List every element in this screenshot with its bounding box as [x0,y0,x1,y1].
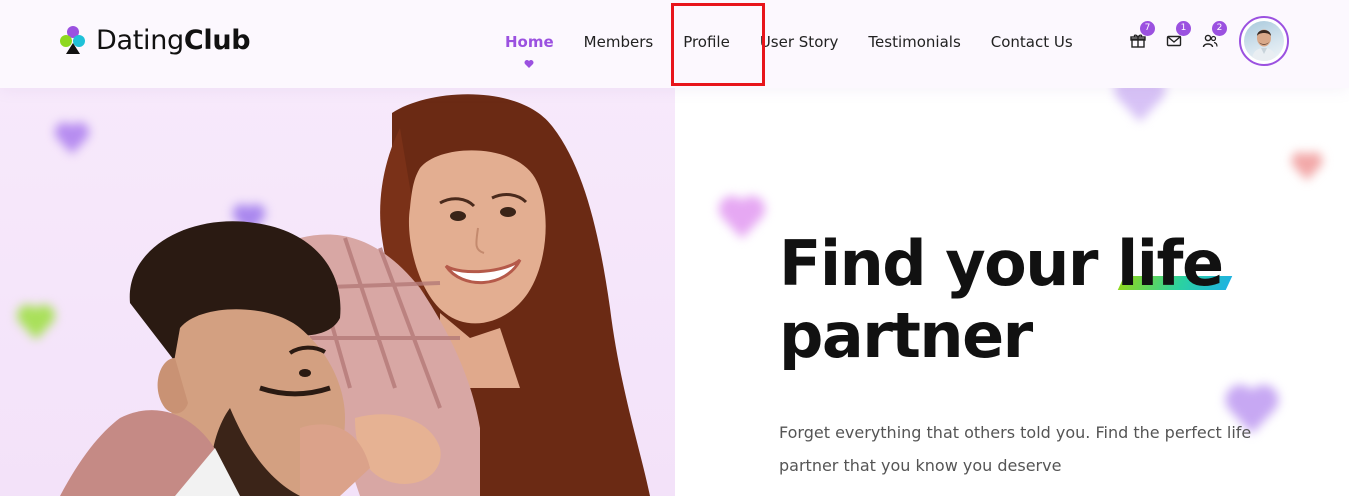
users-badge: 2 [1212,21,1227,36]
main-nav: Home Members Profile User Story Testimon… [505,30,1103,68]
site-header: DatingClub Home Members Profile User Sto… [0,0,1349,88]
hero-image-panel [0,88,675,496]
gift-icon[interactable]: 7 [1129,21,1155,50]
nav-item-testimonials[interactable]: Testimonials [868,30,960,54]
mail-icon[interactable]: 1 [1165,21,1191,50]
heart-icon [718,195,766,239]
hero-text-panel: Find your life partner Forget everything … [675,88,1349,496]
header-icons: 7 1 2 [1129,21,1237,56]
hero-title-line2: partner [779,299,1033,372]
gift-badge: 7 [1140,21,1155,36]
nav-item-contact-us[interactable]: Contact Us [991,30,1073,54]
hero-title-highlight: life [1117,227,1232,300]
hero-title: Find your life partner [779,228,1259,372]
nav-item-label: Profile [683,33,730,51]
hero-title-part1: Find your [779,227,1118,300]
heart-icon [524,60,534,68]
nav-item-label: Contact Us [990,33,1073,51]
brand-name-light: Dating [96,25,184,56]
avatar-photo [1244,21,1284,61]
mail-badge: 1 [1176,21,1191,36]
hero-title-highlight-text: life [1117,227,1224,300]
user-avatar[interactable] [1239,16,1289,66]
nav-item-profile[interactable]: Profile [683,30,730,54]
nav-item-label: Testimonials [868,33,961,51]
heart-icon [1291,151,1323,181]
heart-icon [1114,88,1166,122]
brand-logo[interactable]: DatingClub [60,24,251,58]
nav-item-user-story[interactable]: User Story [760,30,839,54]
nav-item-home[interactable]: Home [505,30,554,68]
brand-name: DatingClub [96,24,251,58]
nav-item-label: Home [505,33,554,51]
page: DatingClub Home Members Profile User Sto… [0,0,1349,496]
nav-item-members[interactable]: Members [584,30,654,54]
brand-name-bold: Club [183,25,251,56]
users-icon[interactable]: 2 [1201,21,1227,50]
logo-mark-icon [60,26,88,56]
hero-subtitle: Forget everything that others told you. … [779,423,1252,475]
nav-item-label: User Story [759,33,839,51]
couple-photo [60,94,650,496]
nav-item-label: Members [583,33,654,51]
